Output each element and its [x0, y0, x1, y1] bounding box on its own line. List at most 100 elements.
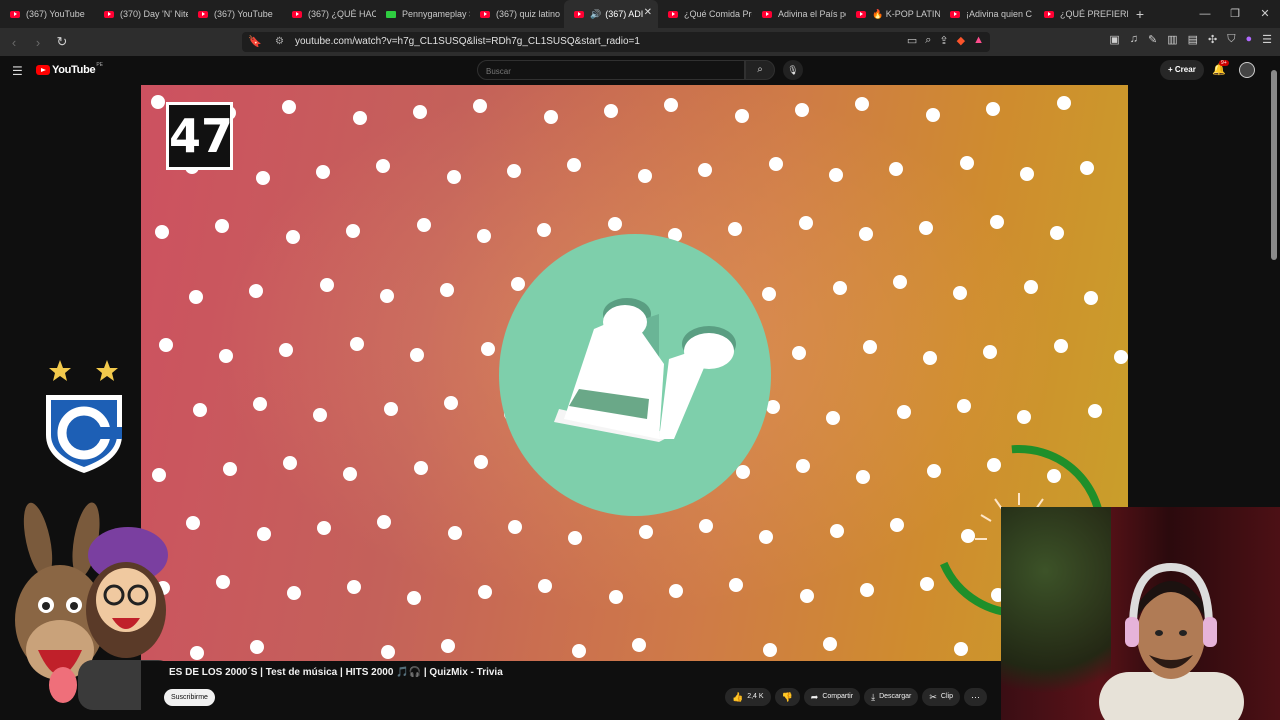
wallet-icon[interactable]: ▤	[1188, 33, 1198, 46]
minimize-icon[interactable]: —	[1190, 0, 1220, 28]
browser-tab[interactable]: (367) YouTube	[0, 0, 94, 28]
browser-tab[interactable]: ¿QUÉ PREFIERES	[1034, 0, 1128, 28]
bookmark-icon[interactable]: 🔖	[248, 35, 262, 48]
clip-button[interactable]: ✂ Clip	[922, 688, 960, 706]
background-dot	[769, 157, 783, 171]
browser-tab[interactable]: (367) ¿QUÉ HACE	[282, 0, 376, 28]
background-dot	[219, 349, 233, 363]
page-scrollbar[interactable]	[1271, 70, 1277, 260]
site-info-icon[interactable]: ⚙	[275, 36, 284, 47]
browser-tab[interactable]: (367) quiz latino	[470, 0, 564, 28]
browser-tab-active[interactable]: 🔊 (367) ADI ✕	[564, 0, 658, 28]
background-dot	[926, 108, 940, 122]
browser-tab[interactable]: (367) YouTube	[188, 0, 282, 28]
music-icon[interactable]: ♫	[1130, 33, 1138, 46]
url-text[interactable]: youtube.com/watch?v=h7g_CL1SUSQ&list=RDh…	[295, 36, 640, 47]
cast-icon[interactable]: ▭	[907, 34, 917, 47]
back-icon[interactable]: ‹	[4, 35, 24, 50]
background-dot	[481, 342, 495, 356]
background-dot	[380, 289, 394, 303]
background-dot	[186, 516, 200, 530]
background-dot	[632, 638, 646, 652]
close-tab-icon[interactable]: ✕	[644, 7, 652, 18]
background-dot	[735, 109, 749, 123]
background-dot	[608, 217, 622, 231]
account-avatar[interactable]	[1239, 62, 1255, 78]
browser-tab[interactable]: Pennygameplay S	[376, 0, 470, 28]
background-dot	[567, 158, 581, 172]
subscribe-button[interactable]: Suscribirme	[164, 689, 215, 706]
voice-search-button[interactable]: 🎙	[783, 60, 803, 80]
background-dot	[384, 402, 398, 416]
background-dot	[417, 218, 431, 232]
browser-tab[interactable]: ¿Qué Comida Pre	[658, 0, 752, 28]
background-dot	[190, 646, 204, 660]
share-icon[interactable]: ⇪	[939, 34, 948, 47]
browser-tab[interactable]: Adivina el País po	[752, 0, 846, 28]
background-dot	[474, 455, 488, 469]
video-player[interactable]: 47	[141, 85, 1128, 661]
youtube-icon	[668, 10, 678, 18]
forward-icon[interactable]: ›	[28, 35, 48, 50]
streamer-image	[1099, 562, 1244, 720]
download-button[interactable]: ⤓ Descargar	[864, 688, 919, 706]
search-button[interactable]: ⌕	[745, 60, 775, 80]
brave-shield-icon[interactable]: ◆	[957, 34, 965, 47]
background-dot	[320, 278, 334, 292]
side-panel-icon[interactable]: ▥	[1167, 33, 1177, 46]
extension-icons: ▣ ♫ ✎ ▥ ▤ ✣ ⛉ ● ☰	[1109, 33, 1272, 46]
background-dot	[729, 578, 743, 592]
background-dot	[639, 525, 653, 539]
background-dot	[544, 110, 558, 124]
close-window-icon[interactable]: ✕	[1250, 0, 1280, 28]
browser-tab[interactable]: ¡Adivina quien C	[940, 0, 1034, 28]
background-dot	[823, 637, 837, 651]
hamburger-menu-icon[interactable]: ☰	[12, 64, 23, 78]
background-dot	[1024, 280, 1038, 294]
browser-tab[interactable]: 🔥 K-POP LATIN	[846, 0, 940, 28]
background-dot	[249, 284, 263, 298]
edit-icon[interactable]: ✎	[1148, 33, 1157, 46]
dislike-button[interactable]: 👎	[774, 688, 800, 706]
background-dot	[444, 396, 458, 410]
more-icon: ⋯	[970, 692, 980, 702]
restore-icon[interactable]: ❐	[1220, 0, 1250, 28]
background-dot	[282, 100, 296, 114]
vpn-icon[interactable]: ⛉	[1227, 33, 1235, 46]
background-dot	[860, 583, 874, 597]
leo-ai-icon[interactable]: ●	[1245, 33, 1252, 46]
new-tab-button[interactable]: +	[1128, 6, 1152, 22]
sidebar-toggle-icon[interactable]: ▣	[1109, 33, 1119, 46]
extensions-icon[interactable]: ✣	[1208, 33, 1217, 46]
youtube-logo[interactable]: YouTube PE	[36, 62, 103, 76]
brave-rewards-icon[interactable]: ▲	[973, 34, 984, 47]
background-dot	[604, 104, 618, 118]
background-dot	[983, 345, 997, 359]
like-button[interactable]: 👍 2,4 K	[725, 688, 771, 706]
background-dot	[1080, 161, 1094, 175]
background-dot	[953, 286, 967, 300]
background-dot	[826, 411, 840, 425]
youtube-icon	[104, 10, 114, 18]
background-dot	[448, 526, 462, 540]
search-input[interactable]	[478, 62, 744, 81]
music-note-graphic	[499, 234, 771, 516]
background-dot	[350, 337, 364, 351]
background-dot	[568, 531, 582, 545]
zoom-icon[interactable]: ⌕	[925, 34, 931, 47]
reload-icon[interactable]: ↻	[52, 34, 72, 50]
more-actions-button[interactable]: ⋯	[963, 688, 987, 706]
menu-icon[interactable]: ☰	[1262, 33, 1272, 46]
notifications-button[interactable]: 🔔 9+	[1212, 60, 1229, 76]
background-dot	[1057, 96, 1071, 110]
notification-badge: 9+	[1219, 60, 1229, 66]
share-button[interactable]: ➦ Compartir	[803, 688, 861, 706]
create-button[interactable]: + Crear	[1160, 60, 1204, 80]
address-bar[interactable]: 🔖 ⚙ youtube.com/watch?v=h7g_CL1SUSQ&list…	[242, 32, 990, 52]
background-dot	[257, 527, 271, 541]
background-dot	[538, 579, 552, 593]
browser-tab[interactable]: (370) Day 'N' Nite	[94, 0, 188, 28]
background-dot	[381, 645, 395, 659]
plus-icon: +	[1168, 65, 1175, 74]
speaker-icon[interactable]: 🔊	[590, 9, 601, 20]
